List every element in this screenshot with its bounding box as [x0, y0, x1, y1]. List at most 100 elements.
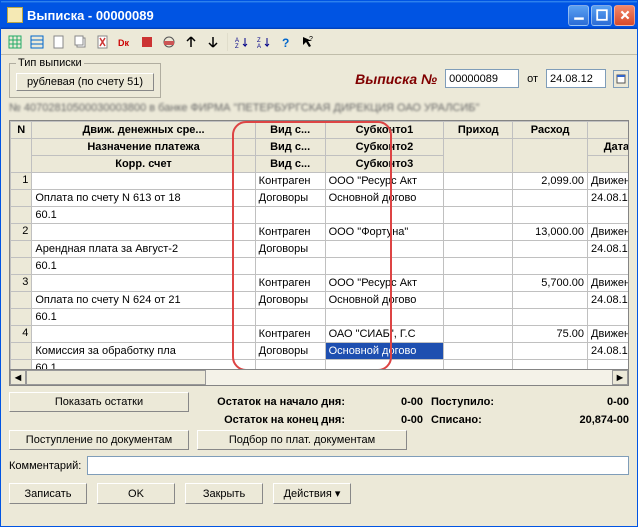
cell[interactable]: Основной догово: [325, 292, 444, 309]
scroll-left-button[interactable]: ◄: [10, 370, 26, 385]
comment-input[interactable]: [87, 456, 629, 475]
show-balances-button[interactable]: Показать остатки: [9, 392, 189, 412]
table-row[interactable]: Комиссия за обработку плаДоговорыОсновно…: [11, 343, 630, 360]
ok-button[interactable]: OK: [97, 483, 175, 504]
cell[interactable]: [255, 258, 325, 275]
table-row[interactable]: 3КонтрагенООО "Ресурс Акт5,700.00Движени…: [11, 275, 630, 292]
table-row[interactable]: 2КонтрагенООО "Фортуна"13,000.00Движение…: [11, 224, 630, 241]
statement-type-button[interactable]: рублевая (по счету 51): [16, 73, 154, 91]
cell[interactable]: Контраген: [255, 224, 325, 241]
col-expense[interactable]: Расход: [513, 122, 588, 139]
toolbar-help-icon[interactable]: ?: [278, 34, 294, 50]
cell[interactable]: Оплата по счету N 624 от 21: [32, 292, 255, 309]
table-row[interactable]: 60.10: [11, 207, 630, 224]
cell[interactable]: 60.1: [32, 258, 255, 275]
col-docdate[interactable]: Дата док.: [588, 139, 629, 156]
table-row[interactable]: 60.10: [11, 258, 630, 275]
cell[interactable]: 75.00: [513, 326, 588, 343]
cell[interactable]: 5,700.00: [513, 275, 588, 292]
cell[interactable]: [444, 224, 513, 241]
col-paymentdoc[interactable]: Плат. документ: [588, 122, 629, 139]
cell[interactable]: Движение средств по расч: [588, 326, 629, 343]
toolbar-sort-za-icon[interactable]: ZA: [256, 34, 272, 50]
col-subconto2[interactable]: Субконто2: [325, 139, 444, 156]
cell[interactable]: [325, 241, 444, 258]
cell[interactable]: [588, 207, 629, 224]
cell[interactable]: Оплата по счету N 613 от 18: [32, 190, 255, 207]
cell[interactable]: 24.08.12: [588, 292, 629, 309]
col-purpose[interactable]: Назначение платежа: [32, 139, 255, 156]
cell[interactable]: Договоры: [255, 343, 325, 360]
cell[interactable]: ООО "Фортуна": [325, 224, 444, 241]
table-row[interactable]: 1КонтрагенООО "Ресурс Акт2,099.00Движени…: [11, 173, 630, 190]
col-income[interactable]: Приход: [444, 122, 513, 139]
close-button[interactable]: [614, 5, 635, 26]
actions-button[interactable]: Действия: [273, 483, 351, 504]
cancel-button[interactable]: Закрыть: [185, 483, 263, 504]
cell[interactable]: [444, 326, 513, 343]
cell[interactable]: [588, 258, 629, 275]
toolbar-grid2-icon[interactable]: [29, 34, 45, 50]
table-row[interactable]: Оплата по счету N 613 от 18ДоговорыОснов…: [11, 190, 630, 207]
cell[interactable]: Движение средств по расч: [588, 173, 629, 190]
col-supplydoc[interactable]: Документ поставки: [588, 156, 629, 173]
scroll-thumb[interactable]: [26, 370, 206, 385]
cell[interactable]: 60.1: [32, 207, 255, 224]
receipt-by-docs-button[interactable]: Поступление по документам: [9, 430, 189, 450]
cell[interactable]: 60.1: [32, 309, 255, 326]
scroll-right-button[interactable]: ►: [612, 370, 628, 385]
cell[interactable]: Основной догово: [325, 343, 444, 360]
table-row[interactable]: 60.10: [11, 309, 630, 326]
toolbar-up-arrow-icon[interactable]: [183, 34, 199, 50]
table-row[interactable]: Оплата по счету N 624 от 21ДоговорыОснов…: [11, 292, 630, 309]
table-row[interactable]: Арендная плата за Август-2Договоры24.08.…: [11, 241, 630, 258]
toolbar-down-arrow-icon[interactable]: [205, 34, 221, 50]
col-subconto1[interactable]: Субконто1: [325, 122, 444, 139]
horizontal-scrollbar[interactable]: ◄ ►: [10, 369, 628, 385]
cell[interactable]: [325, 258, 444, 275]
toolbar-grid-icon[interactable]: [7, 34, 23, 50]
toolbar-new-icon[interactable]: [51, 34, 67, 50]
doc-number-input[interactable]: [445, 69, 519, 88]
toolbar-sort-az-icon[interactable]: AZ: [234, 34, 250, 50]
cell[interactable]: Договоры: [255, 292, 325, 309]
cell[interactable]: Договоры: [255, 241, 325, 258]
cell[interactable]: Контраген: [255, 326, 325, 343]
toolbar-red-book-icon[interactable]: [139, 34, 155, 50]
cell[interactable]: ООО "Ресурс Акт: [325, 275, 444, 292]
data-grid[interactable]: N Движ. денежных сре... Вид с... Субконт…: [9, 120, 629, 386]
cell[interactable]: [325, 207, 444, 224]
col-corracct[interactable]: Корр. счет: [32, 156, 255, 173]
toolbar-dk-icon[interactable]: Dк: [117, 34, 133, 50]
maximize-button[interactable]: [591, 5, 612, 26]
toolbar-delete-icon[interactable]: [95, 34, 111, 50]
col-type3[interactable]: Вид с...: [255, 156, 325, 173]
cell[interactable]: ОАО "СИАБ", Г.С: [325, 326, 444, 343]
cell[interactable]: 24.08.12: [588, 190, 629, 207]
cell[interactable]: [588, 309, 629, 326]
cell[interactable]: 13,000.00: [513, 224, 588, 241]
minimize-button[interactable]: [568, 5, 589, 26]
cell[interactable]: [255, 207, 325, 224]
cell[interactable]: 2,099.00: [513, 173, 588, 190]
table-row[interactable]: 4КонтрагенОАО "СИАБ", Г.С75.00Движение с…: [11, 326, 630, 343]
cell[interactable]: Договоры: [255, 190, 325, 207]
cell[interactable]: [325, 309, 444, 326]
doc-date-input[interactable]: [546, 69, 606, 88]
cell[interactable]: [32, 326, 255, 343]
col-subconto3[interactable]: Субконто3: [325, 156, 444, 173]
save-button[interactable]: Записать: [9, 483, 87, 504]
cell[interactable]: [32, 275, 255, 292]
pick-by-payment-docs-button[interactable]: Подбор по плат. документам: [197, 430, 407, 450]
cell[interactable]: Движение средств по расч: [588, 275, 629, 292]
cell[interactable]: [32, 173, 255, 190]
toolbar-copy-icon[interactable]: [73, 34, 89, 50]
col-type2[interactable]: Вид с...: [255, 139, 325, 156]
cell[interactable]: Контраген: [255, 173, 325, 190]
cell[interactable]: [444, 275, 513, 292]
cell[interactable]: Комиссия за обработку пла: [32, 343, 255, 360]
col-movement[interactable]: Движ. денежных сре...: [32, 122, 255, 139]
toolbar-clock-icon[interactable]: [161, 34, 177, 50]
cell[interactable]: Контраген: [255, 275, 325, 292]
cell[interactable]: 24.08.12: [588, 343, 629, 360]
